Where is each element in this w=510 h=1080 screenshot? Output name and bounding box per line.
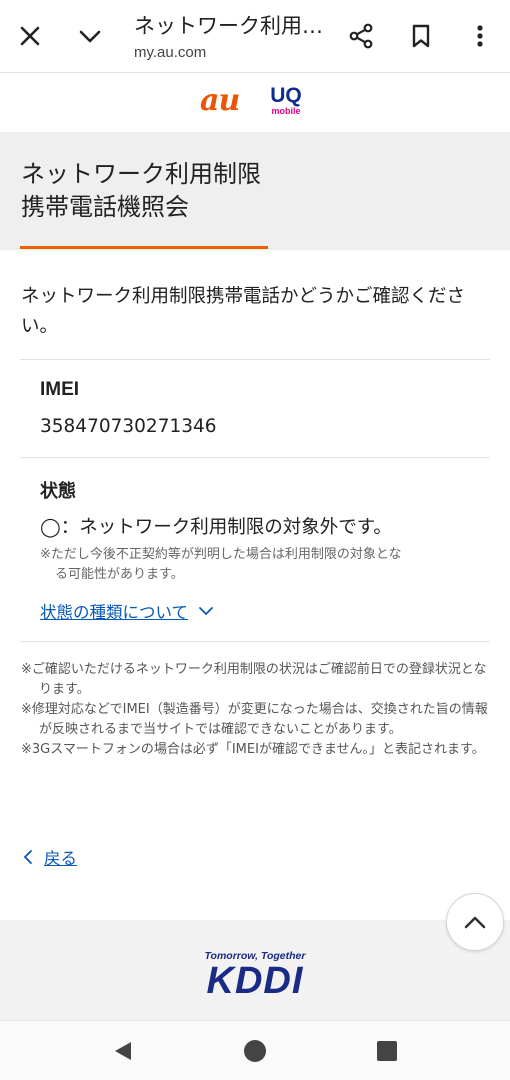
share-button[interactable] [343,18,379,54]
footer: Tomorrow, Together KDDI [0,920,510,1020]
divider [20,457,490,458]
scroll-to-top-button[interactable] [446,893,504,951]
nav-back-button[interactable] [112,1040,134,1066]
page-title: ネットワーク利用制限 携帯電話機照会 [21,158,261,224]
note-item: ※3Gスマートフォンの場合は必ず「IMEIが確認できません。」と表記されます。 [21,742,485,757]
close-button[interactable] [12,18,48,54]
status-note: ※ただし今後不正契約等が判明した場合は利用制限の対象とな る可能性があります。 [40,545,490,585]
note-item: ※ご確認いただけるネットワーク利用制限の状況はご確認前日での登録状況となります。 [21,662,487,697]
page-title-line2: 携帯電話機照会 [21,193,189,221]
triangle-back-icon [115,1042,131,1060]
collapse-button[interactable] [72,18,108,54]
note-item: ※修理対応などでIMEI（製造番号）が変更になった場合は、交換された旨の情報が反… [21,702,488,737]
title-panel: ネットワーク利用制限 携帯電話機照会 [0,132,510,250]
bookmark-button[interactable] [403,18,439,54]
uq-logo-subtext: mobile [271,106,301,116]
chevron-down-icon [79,30,101,43]
chevron-down-icon [199,607,213,616]
status-text: ◯：ネットワーク利用制限の対象外です。 [40,517,392,538]
more-button[interactable] [462,18,498,54]
status-types-link-label: 状態の種類について [40,603,189,622]
divider [20,641,490,642]
status-types-link[interactable]: 状態の種類について [40,599,214,623]
status-note-line2: る可能性があります。 [55,567,184,582]
intro-text: ネットワーク利用制限携帯電話かどうかご確認ください。 [21,286,466,337]
bookmark-icon [412,24,430,48]
uq-logo-text: UQ [270,84,302,107]
brand-logos: au UQ mobile [0,74,510,132]
imei-label: IMEI [40,379,80,400]
page-title-bar: ネットワーク利用制限携帯電話機照会 [134,14,324,38]
nav-recents-button[interactable] [377,1041,397,1061]
title-accent-underline [20,246,268,249]
imei-value: 358470730271346 [40,416,217,437]
notes-list: ※ご確認いただけるネットワーク利用制限の状況はご確認前日での登録状況となります。… [21,660,491,760]
kddi-logo[interactable]: KDDI [0,960,510,1002]
system-nav-bar [0,1020,510,1080]
back-link[interactable]: 戻る [22,845,77,869]
divider [20,359,490,360]
chevron-left-icon [23,850,32,864]
page-title-line1: ネットワーク利用制限 [21,160,261,188]
chevron-up-icon [464,916,486,929]
close-icon [20,26,40,46]
back-link-label: 戻る [44,849,77,868]
url-area[interactable]: ネットワーク利用制限携帯電話機照会 my.au.com [134,12,324,64]
uq-mobile-logo[interactable]: UQ mobile [266,84,306,117]
au-logo[interactable]: au [200,86,240,116]
url-host: my.au.com [134,44,207,61]
status-note-line1: ※ただし今後不正契約等が判明した場合は利用制限の対象とな [40,547,402,562]
status-label: 状態 [40,481,76,502]
browser-toolbar: ネットワーク利用制限携帯電話機照会 my.au.com [0,0,510,73]
share-icon [349,23,373,49]
nav-home-button[interactable] [244,1040,266,1062]
more-vert-icon [477,25,483,47]
